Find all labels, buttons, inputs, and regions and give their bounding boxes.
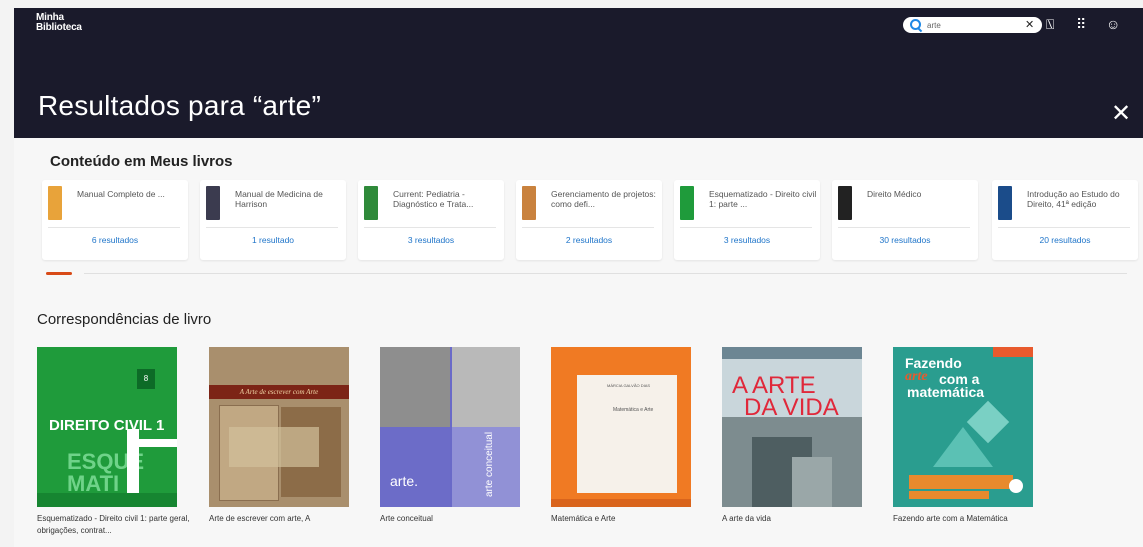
section-title-meus-livros: Conteúdo em Meus livros (50, 153, 233, 170)
book-cover[interactable]: A ARTE DA VIDA (722, 347, 862, 507)
cover-decoration (993, 347, 1033, 357)
book-result[interactable]: 8 DIREITO CIVIL 1 ESQUE MATI ZADO Esquem… (37, 347, 190, 537)
section-title-correspondencias: Correspondências de livro (37, 311, 212, 328)
cover-decoration (1009, 479, 1023, 493)
book-title[interactable]: Fazendo arte com a Matemática (893, 513, 1051, 525)
card-divider (838, 227, 970, 228)
book-result[interactable]: A ARTE DA VIDA A arte da vida (722, 347, 862, 525)
cover-decoration (722, 347, 862, 359)
cover-artwork (450, 347, 520, 427)
app-window: Minha Biblioteca ✕ ⍂ ⠿ ☺ Resultados para… (14, 8, 1143, 547)
cover-decoration (909, 475, 1013, 489)
header: Minha Biblioteca ✕ ⍂ ⠿ ☺ Resultados para… (14, 8, 1143, 138)
search-input[interactable] (927, 20, 1021, 30)
cover-artwork (380, 347, 450, 427)
page-title: Resultados para “arte” (38, 90, 321, 121)
card-divider (364, 227, 496, 228)
logo[interactable]: Minha Biblioteca (36, 13, 82, 33)
book-result[interactable]: A Arte de escrever com Arte Arte de escr… (209, 347, 349, 525)
cover-vertical-title: arte conceitual (484, 431, 495, 497)
book-thumbnail (48, 186, 62, 220)
card-divider (998, 227, 1130, 228)
book-title[interactable]: Esquematizado - Direito civil 1: parte g… (37, 513, 195, 537)
reader-icon[interactable]: ⍂ (1046, 16, 1054, 32)
book-cover[interactable]: arte. arte conceitual (380, 347, 520, 507)
book-result[interactable]: MÁRCIA GALVÃO DIAS Matemática e Arte Mat… (551, 347, 691, 525)
book-thumbnail (680, 186, 694, 220)
section-divider (84, 273, 1127, 274)
results-link[interactable]: 2 resultados (516, 235, 662, 245)
clear-search-icon[interactable]: ✕ (1025, 19, 1034, 31)
book-title[interactable]: Matemática e Arte (551, 513, 709, 525)
book-thumbnail (364, 186, 378, 220)
book-card-title: Esquematizado - Direito civil 1: parte .… (709, 189, 817, 209)
results-link[interactable]: 20 resultados (992, 235, 1138, 245)
book-card-title: Gerenciamento de projetos: como defi... (551, 189, 656, 209)
search-icon[interactable] (909, 18, 923, 32)
card-divider (206, 227, 338, 228)
book-card[interactable]: Gerenciamento de projetos: como defi... … (516, 180, 662, 260)
book-thumbnail (206, 186, 220, 220)
cover-photo (792, 457, 832, 507)
book-cover[interactable]: Fazendo arte com a matemática (893, 347, 1033, 507)
search-box[interactable]: ✕ (903, 17, 1042, 33)
cover-artwork (380, 427, 450, 507)
book-card[interactable]: Esquematizado - Direito civil 1: parte .… (674, 180, 820, 260)
cover-title-arte: arte (905, 369, 928, 384)
card-divider (522, 227, 654, 228)
results-link[interactable]: 1 resultado (200, 235, 346, 245)
book-card[interactable]: Current: Pediatria - Diagnóstico e Trata… (358, 180, 504, 260)
book-card[interactable]: Manual Completo de ... 6 resultados (42, 180, 188, 260)
cover-title: DIREITO CIVIL 1 (49, 417, 165, 434)
book-card-title: Current: Pediatria - Diagnóstico e Trata… (393, 189, 474, 209)
carousel-page-indicator[interactable] (46, 272, 72, 275)
book-result[interactable]: Fazendo arte com a matemática Fazendo ar… (893, 347, 1033, 525)
cover-decoration (37, 493, 177, 507)
results-link[interactable]: 3 resultados (358, 235, 504, 245)
book-card[interactable]: Direito Médico 30 resultados (832, 180, 978, 260)
cover-title-line-3: matemática (907, 384, 985, 400)
cover-edition-badge: 8 (137, 369, 155, 389)
results-link[interactable]: 6 resultados (42, 235, 188, 245)
book-card-title: Introdução ao Estudo do Direito, 41ª edi… (1027, 189, 1120, 209)
meus-livros-carousel: Manual Completo de ... 6 resultados Manu… (42, 180, 1143, 262)
cover-title: A Arte de escrever com Arte (209, 385, 349, 399)
cover-title: Matemática e Arte (613, 407, 654, 413)
book-card-title: Direito Médico (867, 189, 922, 199)
book-cover[interactable]: MÁRCIA GALVÃO DIAS Matemática e Arte (551, 347, 691, 507)
cover-panel (577, 375, 677, 493)
card-divider (680, 227, 812, 228)
book-cover[interactable]: 8 DIREITO CIVIL 1 ESQUE MATI ZADO (37, 347, 177, 507)
results-link[interactable]: 3 resultados (674, 235, 820, 245)
cover-author: MÁRCIA GALVÃO DIAS (607, 383, 651, 388)
card-divider (48, 227, 180, 228)
book-card[interactable]: Introdução ao Estudo do Direito, 41ª edi… (992, 180, 1138, 260)
logo-line-2: Biblioteca (36, 22, 82, 33)
cover-title: A ARTE DA VIDA (732, 374, 839, 421)
book-title[interactable]: Arte de escrever com arte, A (209, 513, 367, 525)
account-icon[interactable]: ☺ (1106, 16, 1120, 32)
book-card-title: Manual Completo de ... (77, 189, 165, 199)
cover-title-line-2: DA VIDA (744, 394, 839, 421)
book-title[interactable]: A arte da vida (722, 513, 880, 525)
results-link[interactable]: 30 resultados (832, 235, 978, 245)
cover-artwork (229, 427, 319, 467)
book-thumbnail (838, 186, 852, 220)
book-title[interactable]: Arte conceitual (380, 513, 538, 525)
cover-decoration (551, 499, 691, 507)
cover-decoration (139, 439, 177, 447)
cover-title: arte. (390, 473, 419, 489)
book-result[interactable]: arte. arte conceitual Arte conceitual (380, 347, 520, 525)
book-card-title: Manual de Medicina de Harrison (235, 189, 323, 209)
apps-grid-icon[interactable]: ⠿ (1076, 16, 1086, 32)
book-card[interactable]: Manual de Medicina de Harrison 1 resulta… (200, 180, 346, 260)
book-cover[interactable]: A Arte de escrever com Arte (209, 347, 349, 507)
book-thumbnail (522, 186, 536, 220)
book-thumbnail (998, 186, 1012, 220)
cover-decoration (909, 491, 989, 499)
close-icon[interactable]: ✕ (1111, 102, 1131, 126)
